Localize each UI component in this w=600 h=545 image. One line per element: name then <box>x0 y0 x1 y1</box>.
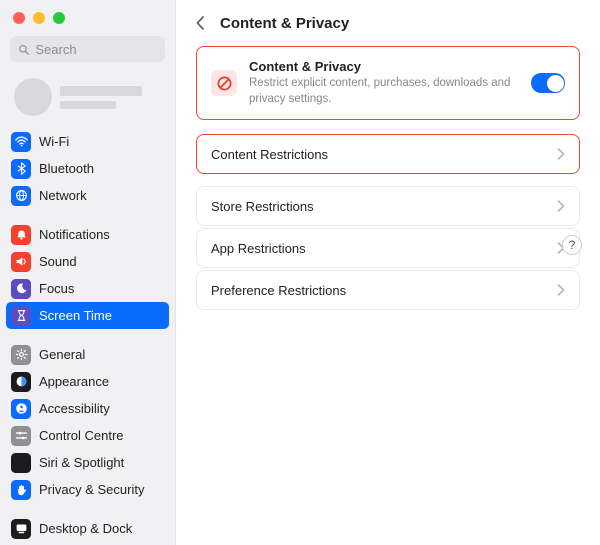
sidebar-item-privacy-security[interactable]: Privacy & Security <box>6 476 169 503</box>
sidebar-item-label: Notifications <box>39 227 110 242</box>
window-traffic-lights <box>0 0 175 36</box>
dock-icon <box>11 519 31 539</box>
window-fullscreen-button[interactable] <box>53 12 65 24</box>
search-input[interactable] <box>35 42 157 57</box>
sidebar: Wi-Fi Bluetooth Network Notifications Sound F… <box>0 0 176 545</box>
sidebar-item-label: Screen Time <box>39 308 112 323</box>
gear-icon <box>11 345 31 365</box>
app-restrictions-card: App Restrictions <box>196 228 580 268</box>
main-header: Content & Privacy <box>176 0 600 46</box>
back-button[interactable] <box>190 13 210 33</box>
hero-subtitle: Restrict explicit content, purchases, do… <box>249 76 519 107</box>
main-pane: Content & Privacy Content & Privacy Rest… <box>176 0 600 545</box>
chevron-right-icon <box>557 200 565 212</box>
content-privacy-hero-card: Content & Privacy Restrict explicit cont… <box>196 46 580 120</box>
sidebar-item-label: Sound <box>39 254 77 269</box>
row-title: App Restrictions <box>211 241 545 256</box>
moon-icon <box>11 279 31 299</box>
apple-id-profile[interactable] <box>10 74 165 120</box>
sidebar-item-control-centre[interactable]: Control Centre <box>6 422 169 449</box>
row-title: Content Restrictions <box>211 147 545 162</box>
sidebar-nav: Wi-Fi Bluetooth Network Notifications Sound F… <box>0 128 175 545</box>
sidebar-item-wi-fi[interactable]: Wi-Fi <box>6 128 169 155</box>
content-privacy-toggle[interactable] <box>531 73 565 93</box>
sidebar-item-screen-time[interactable]: Screen Time <box>6 302 169 329</box>
sidebar-item-label: Focus <box>39 281 74 296</box>
sidebar-item-sound[interactable]: Sound <box>6 248 169 275</box>
hero-title: Content & Privacy <box>249 59 519 74</box>
siri-icon <box>11 453 31 473</box>
preference-restrictions-row[interactable]: Preference Restrictions <box>197 271 579 309</box>
sidebar-item-label: Privacy & Security <box>39 482 144 497</box>
sidebar-item-label: Appearance <box>39 374 109 389</box>
sidebar-item-label: Bluetooth <box>39 161 94 176</box>
content-privacy-master-row: Content & Privacy Restrict explicit cont… <box>197 47 579 119</box>
preference-restrictions-card: Preference Restrictions <box>196 270 580 310</box>
sidebar-item-label: Wi-Fi <box>39 134 69 149</box>
wifi-icon <box>11 132 31 152</box>
sidebar-item-label: Network <box>39 188 87 203</box>
sidebar-item-network[interactable]: Network <box>6 182 169 209</box>
window-close-button[interactable] <box>13 12 25 24</box>
store-restrictions-card: Store Restrictions <box>196 186 580 226</box>
store-restrictions-row[interactable]: Store Restrictions <box>197 187 579 225</box>
sidebar-item-bluetooth[interactable]: Bluetooth <box>6 155 169 182</box>
content-restrictions-row[interactable]: Content Restrictions <box>197 135 579 173</box>
search-icon <box>18 43 29 56</box>
window-minimize-button[interactable] <box>33 12 45 24</box>
app-restrictions-row[interactable]: App Restrictions <box>197 229 579 267</box>
sidebar-item-appearance[interactable]: Appearance <box>6 368 169 395</box>
content-restrictions-card: Content Restrictions <box>196 134 580 174</box>
sidebar-item-notifications[interactable]: Notifications <box>6 221 169 248</box>
sidebar-item-desktop-dock[interactable]: Desktop & Dock <box>6 515 169 542</box>
prohibit-icon <box>211 70 237 96</box>
hourglass-icon <box>11 306 31 326</box>
globe-icon <box>11 186 31 206</box>
row-title: Store Restrictions <box>211 199 545 214</box>
search-field[interactable] <box>10 36 165 62</box>
speaker-icon <box>11 252 31 272</box>
help-button[interactable]: ? <box>562 235 582 255</box>
person-icon <box>11 399 31 419</box>
chevron-right-icon <box>557 284 565 296</box>
chevron-right-icon <box>557 148 565 160</box>
appearance-icon <box>11 372 31 392</box>
sidebar-item-label: Desktop & Dock <box>39 521 132 536</box>
sliders-icon <box>11 426 31 446</box>
sidebar-item-general[interactable]: General <box>6 341 169 368</box>
hand-icon <box>11 480 31 500</box>
sidebar-item-focus[interactable]: Focus <box>6 275 169 302</box>
sidebar-item-label: Accessibility <box>39 401 110 416</box>
sidebar-item-accessibility[interactable]: Accessibility <box>6 395 169 422</box>
sidebar-item-label: Siri & Spotlight <box>39 455 124 470</box>
sidebar-item-label: General <box>39 347 85 362</box>
bell-icon <box>11 225 31 245</box>
page-title: Content & Privacy <box>220 15 349 32</box>
row-title: Preference Restrictions <box>211 283 545 298</box>
avatar <box>14 78 52 116</box>
sidebar-item-siri-spotlight[interactable]: Siri & Spotlight <box>6 449 169 476</box>
sidebar-item-label: Control Centre <box>39 428 124 443</box>
bluetooth-icon <box>11 159 31 179</box>
